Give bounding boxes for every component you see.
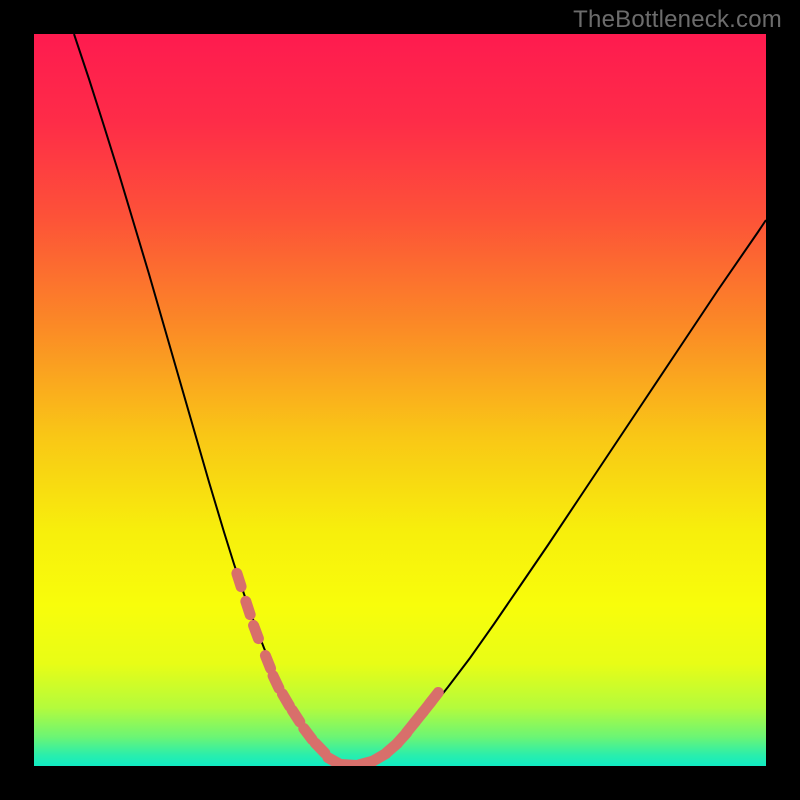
dot-dash [282, 694, 289, 706]
chart-svg [34, 34, 766, 766]
dot-dash [304, 728, 312, 739]
dot-dash [315, 743, 325, 753]
plot-area [34, 34, 766, 766]
outer-frame: TheBottleneck.com [0, 0, 800, 800]
dot-dash [430, 692, 439, 703]
watermark-text: TheBottleneck.com [573, 6, 782, 34]
gradient-background [34, 34, 766, 766]
dot-dash [273, 676, 279, 689]
dot-dash [254, 625, 259, 638]
dot-dash [246, 601, 250, 614]
dot-dash [237, 573, 241, 586]
dot-dash [292, 710, 300, 722]
dot-dash [265, 656, 270, 669]
